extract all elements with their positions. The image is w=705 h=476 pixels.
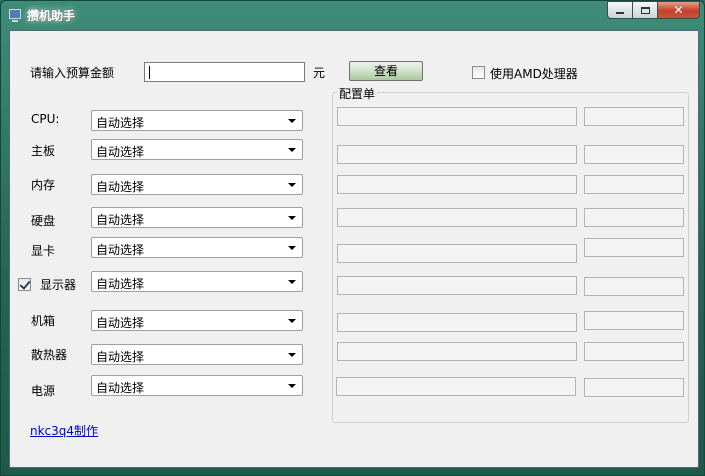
gpu-label: 显卡 [31,244,56,258]
case-select[interactable]: 自动选择 [91,310,303,331]
cooler-label: 散热器 [31,348,68,362]
psu-select-value: 自动选择 [96,381,145,395]
hdd-label: 硬盘 [31,214,56,228]
cpu-select[interactable]: 自动选择 [91,110,303,131]
chevron-down-icon [288,384,296,388]
view-button[interactable]: 查看 [349,61,423,81]
monitor-price-field [584,277,684,296]
text-caret [149,66,150,79]
psu-name-field [336,377,576,396]
hdd-select[interactable]: 自动选择 [91,207,303,228]
case-name-field [337,313,577,332]
case-select-value: 自动选择 [96,316,145,330]
minimize-icon [616,12,624,14]
cpu-price-field [584,107,684,126]
minimize-button[interactable] [607,1,633,19]
monitor-select[interactable]: 自动选择 [91,271,303,292]
psu-price-field [584,378,684,397]
chevron-down-icon [288,246,296,250]
close-icon: ✕ [673,3,684,17]
gpu-select-value: 自动选择 [96,243,145,257]
chevron-down-icon [288,280,296,284]
window-title: 攒机助手 [27,9,76,23]
mainboard-label: 主板 [31,144,56,158]
cooler-select[interactable]: 自动选择 [91,344,303,365]
chevron-down-icon [288,319,296,323]
cpu-name-field [337,107,577,126]
mainboard-select[interactable]: 自动选择 [91,139,303,160]
monitor-icon [9,9,21,22]
monitor-name-field [337,276,577,295]
credit-link[interactable]: nkc3q4制作 [30,422,98,439]
mainboard-price-field [584,145,684,164]
cpu-select-value: 自动选择 [96,116,145,130]
monitor-select-value: 自动选择 [96,277,145,291]
cooler-price-field [584,342,684,361]
gpu-price-field [584,238,684,257]
amd-checkbox-label: 使用AMD处理器 [490,67,578,81]
form-client-area: 请输入预算金额 元 查看 使用AMD处理器 配置单 CPU: 自动选择 主板 自… [9,30,699,468]
config-list-title: 配置单 [337,85,378,102]
hdd-price-field [584,208,684,227]
budget-input[interactable] [144,62,305,82]
memory-price-field [584,175,684,194]
memory-name-field [337,175,577,194]
cooler-select-value: 自动选择 [96,350,145,364]
memory-label: 内存 [31,178,56,192]
gpu-select[interactable]: 自动选择 [91,237,303,258]
chevron-down-icon [288,119,296,123]
title-bar[interactable]: 攒机助手 ✕ [1,1,705,30]
cpu-label: CPU: [31,112,60,126]
mainboard-name-field [337,145,577,164]
budget-unit-label: 元 [313,66,326,80]
app-window: 攒机助手 ✕ 请输入预算金额 元 查看 使用AMD处理器 配置单 CPU: 自动… [0,0,705,476]
memory-select-value: 自动选择 [96,180,145,194]
chevron-down-icon [288,216,296,220]
psu-select[interactable]: 自动选择 [91,375,303,396]
monitor-label: 显示器 [40,278,77,292]
memory-select[interactable]: 自动选择 [91,174,303,195]
close-button[interactable]: ✕ [657,1,700,19]
amd-checkbox[interactable] [472,66,485,79]
chevron-down-icon [288,148,296,152]
hdd-name-field [337,208,577,227]
chevron-down-icon [288,183,296,187]
hdd-select-value: 自动选择 [96,213,145,227]
maximize-icon [640,6,650,14]
psu-label: 电源 [31,384,56,398]
monitor-checkbox[interactable] [18,278,31,291]
budget-label: 请输入预算金额 [30,66,115,80]
case-label: 机箱 [31,314,56,328]
cooler-name-field [337,342,577,361]
case-price-field [584,311,684,330]
chevron-down-icon [288,353,296,357]
gpu-name-field [337,244,577,263]
maximize-button[interactable] [632,1,658,19]
mainboard-select-value: 自动选择 [96,145,145,159]
